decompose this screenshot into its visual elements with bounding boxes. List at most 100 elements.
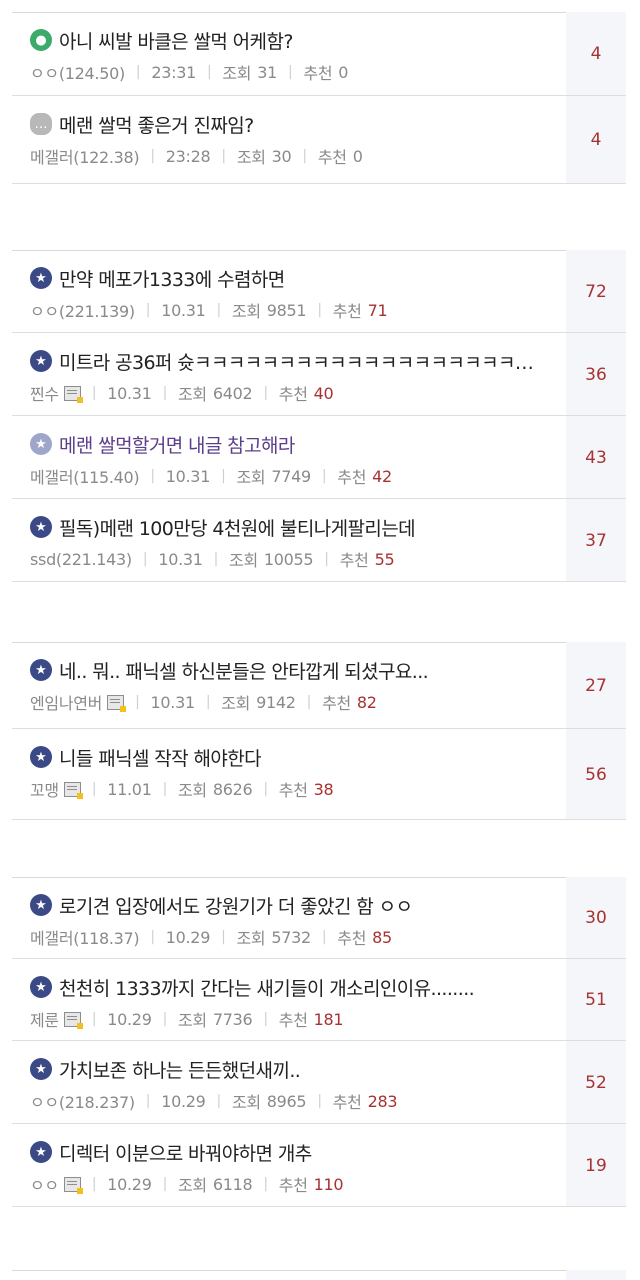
comment-count[interactable]: 52: [566, 1041, 626, 1124]
post-group: ★ 네.. 뭐.. 패닉셀 하신분들은 안타깝게 되셨구요... 엔임나연버 | 10.…: [12, 642, 626, 820]
recommend-label: 추천: [337, 929, 367, 948]
post-title-line[interactable]: ★ 로기견 입장에서도 강원기가 더 좋았긴 함 ㅇㅇ: [30, 891, 546, 919]
views-label: 조회: [178, 385, 207, 404]
post-row[interactable]: ★ 만약 메포가1333에 수렴하면 ㅇㅇ(221.139) | 10.31 | 조회 985…: [12, 250, 626, 333]
post-title-line[interactable]: ● 아니 씨발 바클은 쌀먹 어케함?: [30, 26, 546, 54]
post-title-line[interactable]: ★ 필독)메랜 100만당 4천원에 불티나게팔리는데: [30, 513, 546, 541]
star-icon: ★: [30, 746, 52, 768]
meta-separator: |: [145, 302, 151, 318]
views-count: 31: [257, 62, 277, 82]
post-author[interactable]: ㅇㅇ: [30, 1172, 59, 1196]
meta-separator: |: [150, 148, 155, 164]
post-title[interactable]: 디렉터 이분으로 바꿔야하면 개추: [59, 1139, 312, 1166]
gallog-icon[interactable]: [63, 1176, 83, 1194]
recommend-count: 42: [372, 466, 392, 486]
comment-count[interactable]: 56: [566, 729, 626, 820]
comment-column-edge: [566, 1270, 626, 1280]
recommend-label: 추천: [278, 1176, 308, 1195]
post-author[interactable]: 제룬: [30, 1007, 59, 1031]
row-divider: [12, 183, 626, 184]
post-date: 10.31: [161, 300, 206, 320]
post-meta: ㅇㅇ(221.139) | 10.31 | 조회 9851 | 추천 71: [30, 298, 546, 322]
post-title[interactable]: 아니 씨발 바클은 쌀먹 어케함?: [59, 27, 293, 54]
comment-count[interactable]: 19: [566, 1124, 626, 1207]
comment-count[interactable]: 37: [566, 499, 626, 582]
post-author[interactable]: 메갤러(118.37): [30, 925, 140, 949]
meta-separator: |: [302, 148, 307, 164]
post-title-line[interactable]: ★ 가치보존 하나는 든든했던새끼..: [30, 1055, 546, 1083]
post-row[interactable]: ★ 필독)메랜 100만당 4천원에 불티나게팔리는데 ssd(221.143) | 1…: [12, 499, 626, 582]
recommend-label: 추천: [278, 781, 308, 800]
post-date: 11.01: [107, 779, 152, 799]
post-row[interactable]: ★ 메랜 쌀먹할거면 내글 참고해라 메갤러(115.40) | 10.31 | 조회 774…: [12, 416, 626, 499]
meta-separator: |: [150, 929, 155, 945]
post-author[interactable]: 메갤러(115.40): [30, 464, 140, 488]
views-label: 조회: [222, 64, 252, 83]
post-author[interactable]: 메갤러(122.38): [30, 144, 140, 168]
views-label: 조회: [221, 694, 251, 713]
post-date: 10.29: [107, 1009, 152, 1029]
post-title[interactable]: 가치보존 하나는 든든했던새끼..: [59, 1056, 300, 1083]
post-date: 10.31: [158, 549, 203, 569]
gallog-icon[interactable]: [107, 694, 127, 712]
post-title[interactable]: 네.. 뭐.. 패닉셀 하신분들은 안타깝게 되셨구요...: [59, 657, 428, 684]
post-title-line[interactable]: ★ 디렉터 이분으로 바꿔야하면 개추: [30, 1138, 546, 1166]
gallog-icon[interactable]: [63, 385, 83, 403]
post-title[interactable]: 만약 메포가1333에 수렴하면: [59, 265, 285, 292]
post-author[interactable]: ㅇㅇ(124.50): [30, 60, 125, 84]
post-row[interactable]: … 메랜 쌀먹 좋은거 진짜임? 메갤러(122.38) | 23:28 | 조회 30 | 추천…: [12, 96, 626, 184]
post-author[interactable]: 엔임나연버: [30, 690, 102, 714]
post-title-line[interactable]: ★ 네.. 뭐.. 패닉셀 하신분들은 안타깝게 되셨구요...: [30, 656, 546, 684]
gallog-icon[interactable]: [63, 781, 83, 799]
star-icon: ★: [30, 1058, 52, 1080]
post-title-line[interactable]: ★ 천천히 1333까지 간다는 새기들이 개소리인이유........: [30, 973, 546, 1001]
post-row[interactable]: ★ 디렉터 이분으로 바꿔야하면 개추 ㅇㅇ | 10.29 | 조회 6118 | 추천 110 1…: [12, 1124, 626, 1207]
star-icon: ★: [30, 433, 52, 455]
comment-count[interactable]: 4: [566, 96, 626, 184]
post-title-line[interactable]: ★ 니들 패닉셀 작작 해야한다: [30, 743, 546, 771]
post-author[interactable]: 꼬맹: [30, 777, 59, 801]
post-title[interactable]: 메랜 쌀먹할거면 내글 참고해라: [59, 431, 295, 458]
post-author[interactable]: ㅇㅇ(221.139): [30, 298, 135, 322]
post-title[interactable]: 로기견 입장에서도 강원기가 더 좋았긴 함 ㅇㅇ: [59, 892, 412, 919]
post-title-line[interactable]: ★ 메랜 쌀먹할거면 내글 참고해라: [30, 430, 546, 458]
post-row[interactable]: ★ 네.. 뭐.. 패닉셀 하신분들은 안타깝게 되셨구요... 엔임나연버 | 10.…: [12, 642, 626, 729]
comment-count[interactable]: 72: [566, 250, 626, 333]
row-divider: [12, 1206, 626, 1207]
comment-count[interactable]: 4: [566, 12, 626, 96]
post-author[interactable]: ㅇㅇ(218.237): [30, 1089, 135, 1113]
post-title-line[interactable]: … 메랜 쌀먹 좋은거 진짜임?: [30, 110, 546, 138]
post-meta: 제룬 | 10.29 | 조회 7736 | 추천 181: [30, 1007, 546, 1031]
post-title[interactable]: 필독)메랜 100만당 4천원에 불티나게팔리는데: [59, 514, 415, 541]
comment-count[interactable]: 43: [566, 416, 626, 499]
comment-count[interactable]: 36: [566, 333, 626, 416]
gallog-icon[interactable]: [63, 1011, 83, 1029]
post-title[interactable]: 니들 패닉셀 작작 해야한다: [59, 744, 261, 771]
post-title[interactable]: 미트라 공36퍼 슛ㅋㅋㅋㅋㅋㅋㅋㅋㅋㅋㅋㅋㅋㅋㅋㅋㅋㅋㅋㅋㅋㅋ...: [59, 348, 546, 375]
post-row[interactable]: ★ 니들 패닉셀 작작 해야한다 꼬맹 | 11.01 | 조회 8626 | 추천 38 56: [12, 729, 626, 820]
comment-count[interactable]: 27: [566, 642, 626, 729]
comment-count[interactable]: 51: [566, 959, 626, 1041]
row-divider: [12, 819, 626, 820]
views-count: 6118: [212, 1174, 253, 1194]
post-meta: 꼬맹 | 11.01 | 조회 8626 | 추천 38: [30, 777, 546, 801]
meta-separator: |: [213, 551, 219, 567]
post-row[interactable]: ★ 미트라 공36퍼 슛ㅋㅋㅋㅋㅋㅋㅋㅋㅋㅋㅋㅋㅋㅋㅋㅋㅋㅋㅋㅋㅋㅋ... 찐수 | 1…: [12, 333, 626, 416]
post-title[interactable]: 천천히 1333까지 간다는 새기들이 개소리인이유........: [59, 974, 474, 1001]
post-author[interactable]: ssd(221.143): [30, 550, 132, 569]
recommend-label: 추천: [332, 302, 362, 321]
post-title[interactable]: 메랜 쌀먹 좋은거 진짜임?: [59, 111, 254, 138]
views-label: 조회: [236, 468, 266, 487]
meta-separator: |: [263, 1176, 268, 1192]
post-row[interactable]: ★ 천천히 1333까지 간다는 새기들이 개소리인이유........ 제룬 | 10…: [12, 959, 626, 1041]
post-row[interactable]: ● 아니 씨발 바클은 쌀먹 어케함? ㅇㅇ(124.50) | 23:31 | 조회 31 |…: [12, 12, 626, 96]
comment-count[interactable]: 30: [566, 877, 626, 959]
star-icon: ★: [30, 1141, 52, 1163]
post-row[interactable]: ★ 가치보존 하나는 든든했던새끼.. ㅇㅇ(218.237) | 10.29 | 조회 89…: [12, 1041, 626, 1124]
post-row[interactable]: ★ 로기견 입장에서도 강원기가 더 좋았긴 함 ㅇㅇ 메갤러(118.37) | 10…: [12, 877, 626, 959]
meta-separator: |: [221, 929, 226, 945]
post-title-line[interactable]: ★ 만약 메포가1333에 수렴하면: [30, 264, 546, 292]
post-author[interactable]: 찐수: [30, 381, 59, 405]
post-title-line[interactable]: ★ 미트라 공36퍼 슛ㅋㅋㅋㅋㅋㅋㅋㅋㅋㅋㅋㅋㅋㅋㅋㅋㅋㅋㅋㅋㅋㅋ...: [30, 347, 546, 375]
meta-separator: |: [162, 781, 168, 797]
